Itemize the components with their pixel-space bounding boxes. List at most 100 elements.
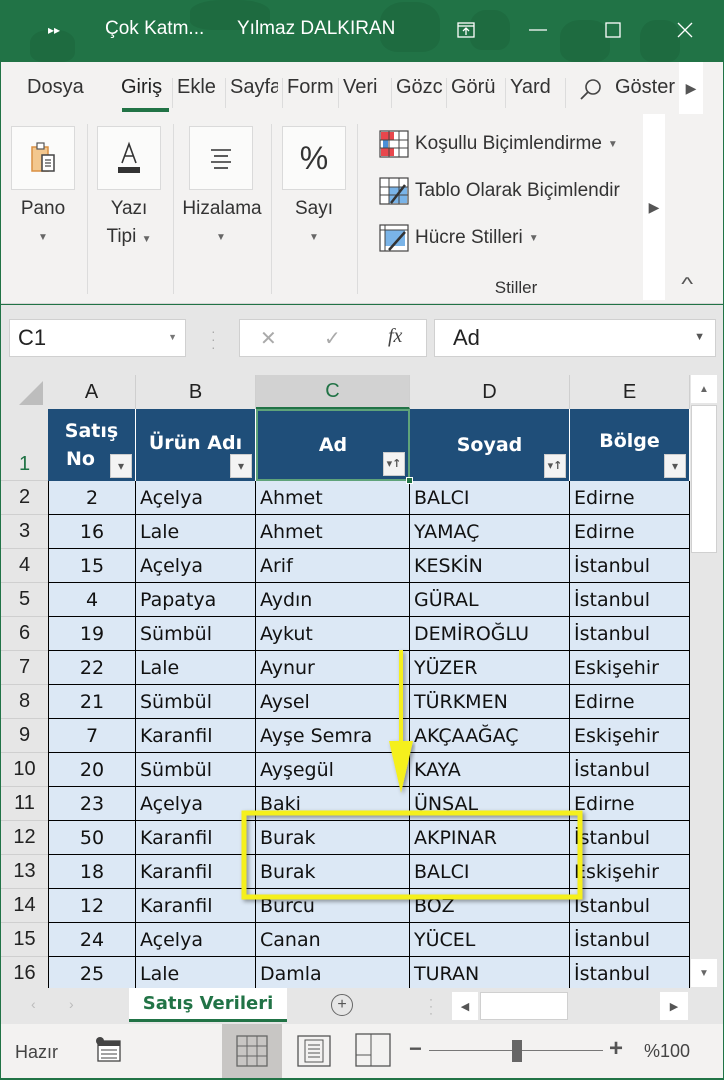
enter-icon[interactable]: ✓ <box>324 326 341 351</box>
plus-icon: + <box>337 996 347 1013</box>
clipboard-icon <box>31 142 55 172</box>
add-sheet-button[interactable]: + <box>331 994 353 1016</box>
status-bar: Hazır − + %100 <box>1 1024 723 1078</box>
collapse-ribbon-button[interactable]: ^ <box>681 274 693 295</box>
close-button[interactable] <box>665 12 705 48</box>
zoom-out-button[interactable]: − <box>409 1036 422 1062</box>
tab-separator <box>338 78 339 108</box>
formula-bar-resize-handle[interactable]: · · · <box>211 324 216 354</box>
chevron-down-icon: ▼ <box>38 232 48 243</box>
ribbon: Pano ▼ Yazı Tipi ▼ Hizalama ▼ % Sayı ▼ K… <box>1 114 723 304</box>
tab-separator <box>565 78 566 108</box>
cancel-icon[interactable]: ✕ <box>260 326 277 351</box>
tab-giris[interactable]: Giriş <box>121 76 162 99</box>
cell-styles-button[interactable]: Hücre Stilleri ▼ <box>379 224 539 252</box>
minimize-icon <box>529 29 547 31</box>
cell-styles-label: Hücre Stilleri <box>415 227 523 248</box>
chevron-down-icon: ▼ <box>528 232 539 244</box>
chevron-left-icon: ◀ <box>460 1000 470 1013</box>
tab-separator <box>282 78 283 108</box>
maximize-button[interactable] <box>593 12 633 48</box>
chevron-right-icon: ▶ <box>685 79 697 96</box>
page-break-icon <box>355 1033 391 1067</box>
worksheet-grid[interactable]: ABCDE 1 Satış No ▾ Ürün Adı ▾ Ad ▾↑ Soyad ▾↑ Bölge… <box>1 373 723 991</box>
formula-input-value: Ad <box>453 325 480 350</box>
insert-function-icon[interactable]: fx <box>388 325 402 348</box>
tab-formuller[interactable]: Form <box>287 76 335 99</box>
tab-yardim[interactable]: Yard <box>510 76 558 99</box>
expand-formula-bar-icon[interactable]: ▼ <box>694 331 705 343</box>
font-group-label: Yazı <box>110 198 148 219</box>
chevron-up-icon: ^ <box>681 274 694 294</box>
formula-input[interactable]: Ad ▼ <box>434 319 716 357</box>
formula-bar: C1 ▼ · · · ✕ ✓ fx Ad ▼ <box>1 305 723 373</box>
sheet-tab-bar: ‹ › Satış Verileri + · · · ◀ ▶ <box>1 988 723 1024</box>
conditional-formatting-button[interactable]: Koşullu Biçimlendirme ▼ <box>379 130 618 158</box>
tab-split-handle[interactable]: · · · <box>429 993 433 1019</box>
horizontal-scrollbar[interactable]: ◀ ▶ <box>452 992 688 1020</box>
chevron-right-icon: ▶ <box>648 198 660 215</box>
zoom-slider-thumb[interactable] <box>512 1040 522 1062</box>
more-commands-icon[interactable]: ▸▸ <box>34 12 74 48</box>
format-as-table-button[interactable]: Tablo Olarak Biçimlendir <box>379 177 641 205</box>
font-group-label-text: Tipi <box>106 226 137 247</box>
font-button[interactable] <box>97 126 161 190</box>
chevron-down-icon: ▼ <box>168 332 177 342</box>
ribbon-display-options-button[interactable] <box>446 12 486 48</box>
percent-icon: % <box>299 139 329 176</box>
scroll-up-button[interactable]: ▲ <box>691 375 717 403</box>
annotation-highlight-box <box>241 810 583 900</box>
tab-gorunum[interactable]: Görü <box>451 76 503 99</box>
tell-me-label: Göster <box>615 76 675 98</box>
styles-group-label: Stiller <box>494 278 538 297</box>
scroll-left-button[interactable]: ◀ <box>452 992 478 1020</box>
font-group-label-line2: Tipi ▼ <box>97 226 161 248</box>
tab-ekle[interactable]: Ekle <box>177 76 224 99</box>
scroll-down-button[interactable]: ▼ <box>691 959 717 987</box>
zoom-in-button[interactable]: + <box>609 1035 623 1063</box>
user-name[interactable]: Yılmaz DALKIRAN <box>237 18 395 40</box>
number-format-button[interactable]: % <box>282 126 346 190</box>
zoom-level[interactable]: %100 <box>644 1041 690 1062</box>
name-box[interactable]: C1 ▼ <box>9 319 186 357</box>
tabs-scroll-right-button[interactable]: ▶ <box>679 62 703 114</box>
clipboard-group-label: Pano <box>20 198 66 219</box>
group-separator <box>87 124 88 294</box>
annotation-arrow <box>389 650 413 793</box>
cell-styles-icon <box>379 224 409 252</box>
tab-separator <box>505 78 506 108</box>
chevron-down-icon: ▼ <box>699 967 709 979</box>
horizontal-scroll-thumb[interactable] <box>480 992 568 1020</box>
scroll-right-button[interactable]: ▶ <box>660 992 688 1020</box>
next-sheet-button[interactable]: › <box>69 996 74 1012</box>
vertical-scroll-thumb[interactable] <box>691 405 717 553</box>
tab-veri[interactable]: Veri <box>343 76 389 99</box>
page-break-view-button[interactable] <box>355 1033 391 1072</box>
font-icon <box>118 141 140 173</box>
chevron-right-icon: ▶ <box>669 1000 679 1013</box>
title-bar: ▸▸ Çok Katm... Yılmaz DALKIRAN <box>0 0 724 62</box>
accessibility-button[interactable] <box>95 1036 123 1069</box>
formula-buttons: ✕ ✓ fx <box>239 319 427 357</box>
tab-separator <box>225 78 226 108</box>
sheet-tab-satis-verileri[interactable]: Satış Verileri <box>129 988 287 1022</box>
file-name: Çok Katm... <box>105 18 205 39</box>
vertical-scrollbar[interactable]: ▲ ▼ <box>690 375 718 987</box>
normal-view-button[interactable] <box>222 1024 282 1078</box>
alignment-button[interactable] <box>189 126 253 190</box>
clipboard-button[interactable] <box>11 126 75 190</box>
conditional-formatting-icon <box>379 130 409 158</box>
number-group-label: Sayı <box>294 198 334 219</box>
prev-sheet-button[interactable]: ‹ <box>31 996 36 1012</box>
tab-gozden-gecir[interactable]: Gözc <box>396 76 443 99</box>
chevron-left-icon: ‹ <box>31 996 36 1012</box>
search-icon <box>580 79 601 100</box>
page-layout-view-button[interactable] <box>297 1035 331 1072</box>
minimize-button[interactable] <box>518 12 558 48</box>
tab-sayfa-duzeni[interactable]: Sayfa <box>230 76 278 99</box>
alignment-group-label: Hizalama <box>182 198 262 219</box>
ribbon-scroll-right-button[interactable]: ▶ <box>643 114 665 300</box>
chevron-right-icon: › <box>69 996 74 1012</box>
tab-dosya[interactable]: Dosya <box>27 76 84 99</box>
group-separator <box>173 124 174 294</box>
